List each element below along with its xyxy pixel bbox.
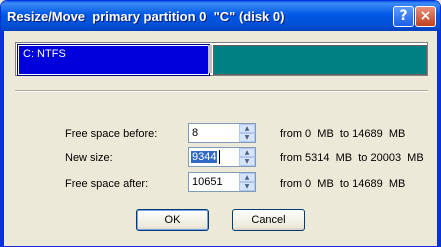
spin-down-icon[interactable]: ▼ xyxy=(239,157,255,166)
text-cursor xyxy=(219,150,220,164)
free-space-block[interactable] xyxy=(213,45,427,75)
spin-up-icon[interactable]: ▲ xyxy=(239,173,255,182)
window-border-right xyxy=(437,31,440,246)
free-space-before-input[interactable]: 8 xyxy=(192,127,198,139)
partition-c-block[interactable]: C: NTFS xyxy=(17,44,210,76)
free-space-after-range: from 0 MB to 14689 MB xyxy=(280,178,406,190)
partition-map: C: NTFS xyxy=(15,42,428,76)
dialog-title: Resize/Move primary partition 0 "C" (dis… xyxy=(7,9,285,24)
free-space-after-spinner[interactable]: 10651 ▲ ▼ xyxy=(188,172,256,192)
help-button[interactable]: ? xyxy=(393,6,414,27)
spin-down-icon[interactable]: ▼ xyxy=(239,133,255,142)
free-space-before-range: from 0 MB to 14689 MB xyxy=(280,128,406,140)
spinner-buttons: ▲ ▼ xyxy=(239,148,255,166)
cancel-button[interactable]: Cancel xyxy=(232,209,305,231)
partition-label: C: NTFS xyxy=(23,48,66,60)
free-space-after-input[interactable]: 10651 xyxy=(192,176,223,188)
spin-up-icon[interactable]: ▲ xyxy=(239,124,255,133)
title-bar[interactable]: Resize/Move primary partition 0 "C" (dis… xyxy=(1,1,440,31)
free-space-before-spinner[interactable]: 8 ▲ ▼ xyxy=(188,123,256,143)
new-size-spinner[interactable]: 9344 ▲ ▼ xyxy=(188,147,256,167)
spinner-buttons: ▲ ▼ xyxy=(239,173,255,191)
spin-down-icon[interactable]: ▼ xyxy=(239,182,255,191)
resize-handle[interactable] xyxy=(208,45,212,73)
close-button[interactable]: × xyxy=(415,6,436,27)
new-size-input[interactable]: 9344 xyxy=(191,151,218,163)
spin-up-icon[interactable]: ▲ xyxy=(239,148,255,157)
free-space-after-label: Free space after: xyxy=(65,178,149,190)
ok-button[interactable]: OK xyxy=(136,209,209,231)
divider xyxy=(15,90,428,92)
window-border-left xyxy=(1,31,4,246)
new-size-label: New size: xyxy=(65,152,113,164)
new-size-range: from 5314 MB to 20003 MB xyxy=(280,152,424,164)
free-space-before-label: Free space before: xyxy=(65,128,158,140)
resize-move-dialog: Resize/Move primary partition 0 "C" (dis… xyxy=(0,0,441,247)
spinner-buttons: ▲ ▼ xyxy=(239,124,255,142)
